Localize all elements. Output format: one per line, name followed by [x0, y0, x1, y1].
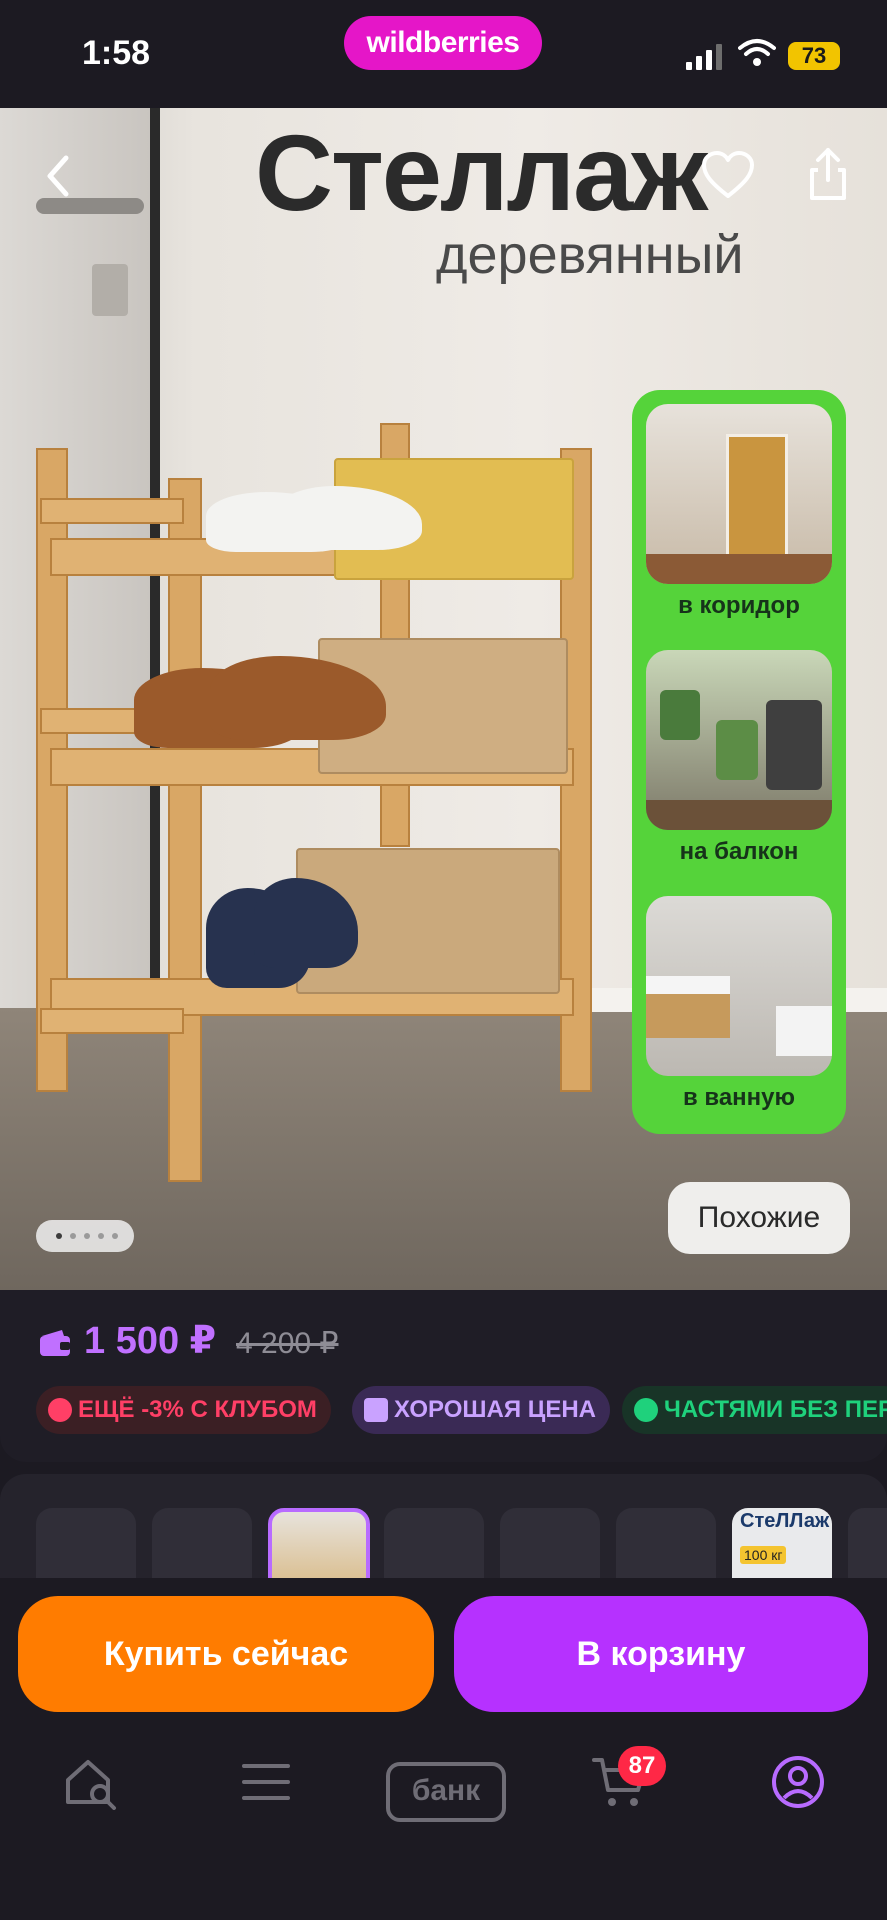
- share-icon[interactable]: [806, 146, 850, 202]
- add-to-cart-button[interactable]: В корзину: [454, 1596, 868, 1712]
- thumbs-up-icon: [364, 1398, 388, 1422]
- price-section: 1 500 ₽ 4 200 ₽ ЕЩЁ -3% С КЛУБОМ ХОРОШАЯ…: [0, 1290, 887, 1462]
- tile-corridor-label: в коридор: [678, 592, 800, 619]
- status-bar: 1:58 wildberries 73: [0, 0, 887, 108]
- favorite-heart-icon[interactable]: [700, 150, 756, 200]
- current-price: 1 500 ₽: [84, 1320, 217, 1362]
- signal-icon: [686, 44, 722, 70]
- variant-thumb-title: СтеЛЛаж: [740, 1510, 830, 1532]
- hero-subtitle: деревянный: [436, 225, 744, 285]
- bottom-bar: Купить сейчас В корзину банк 87: [0, 1578, 887, 1920]
- hero-title: Стеллаж: [255, 112, 708, 233]
- cart-count-badge: 87: [618, 1746, 666, 1786]
- tile-balcony-label: на балкон: [679, 838, 799, 865]
- battery-indicator: 73: [788, 42, 840, 70]
- gallery-pagination: [36, 1220, 134, 1252]
- clover-icon: [634, 1398, 658, 1422]
- variant-thumbnails: СтеЛЛаж 100 кг: [0, 1474, 887, 1594]
- tile-corridor-image: [646, 404, 832, 584]
- brand-logo: wildberries: [344, 16, 542, 70]
- tile-balcony-image: [646, 650, 832, 830]
- bank-tab[interactable]: банк: [386, 1762, 506, 1822]
- good-price-badge[interactable]: ХОРОШАЯ ЦЕНА: [352, 1386, 610, 1434]
- variant-thumb-tag: 100 кг: [740, 1546, 787, 1564]
- catalog-menu-icon[interactable]: [240, 1754, 292, 1810]
- similar-button[interactable]: Похожие: [668, 1182, 850, 1254]
- wallet-icon: [40, 1330, 70, 1356]
- room-usage-panel: в коридор на балкон в ванную: [632, 390, 846, 1134]
- tile-bathroom-label: в ванную: [682, 1084, 796, 1111]
- tile-bathroom-image: [646, 896, 832, 1076]
- home-search-icon[interactable]: [62, 1754, 118, 1810]
- product-image-gallery[interactable]: Стеллаж деревянный в коридор на балкон в…: [0, 108, 887, 1290]
- wifi-icon: [738, 39, 776, 66]
- club-discount-badge[interactable]: ЕЩЁ -3% С КЛУБОМ: [36, 1386, 331, 1434]
- status-time: 1:58: [82, 34, 151, 72]
- old-price: 4 200 ₽: [236, 1327, 339, 1360]
- installments-badge[interactable]: ЧАСТЯМИ БЕЗ ПЕР: [622, 1386, 887, 1434]
- club-star-icon: [48, 1398, 72, 1422]
- profile-icon[interactable]: [770, 1754, 826, 1810]
- buy-now-button[interactable]: Купить сейчас: [18, 1596, 434, 1712]
- back-icon[interactable]: [40, 152, 76, 200]
